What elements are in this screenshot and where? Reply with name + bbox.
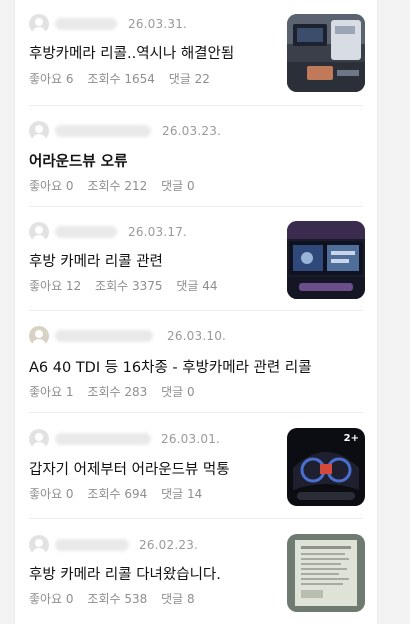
avatar-icon bbox=[29, 535, 49, 555]
post-title[interactable]: 후방 카메라 리콜 관련 bbox=[29, 250, 163, 271]
post-date: 26.02.23. bbox=[139, 538, 199, 552]
post-stats: 좋아요 0 조회수 694 댓글 14 bbox=[29, 485, 212, 502]
post-date: 26.03.31. bbox=[128, 17, 188, 31]
comment-count: 댓글 0 bbox=[161, 179, 195, 193]
list-item[interactable]: 26.03.17. 후방 카메라 리콜 관련 좋아요 12 조회수 3375 댓… bbox=[15, 207, 377, 311]
post-date: 26.03.10. bbox=[167, 329, 227, 343]
comment-count: 댓글 14 bbox=[161, 487, 203, 501]
like-count: 좋아요 0 bbox=[29, 179, 74, 193]
more-photos-badge: 2+ bbox=[343, 433, 359, 444]
comment-count: 댓글 22 bbox=[168, 72, 210, 86]
view-count: 조회수 3375 bbox=[95, 279, 163, 293]
author-name-blurred bbox=[55, 125, 151, 137]
view-count: 조회수 283 bbox=[87, 385, 148, 399]
like-count: 좋아요 12 bbox=[29, 279, 82, 293]
list-item[interactable]: 26.03.01. 갑자기 어제부터 어라운드뷰 먹통 좋아요 0 조회수 69… bbox=[15, 413, 377, 519]
post-list: 26.03.31. 후방카메라 리콜..역시나 해결안됨 좋아요 6 조회수 1… bbox=[14, 0, 378, 624]
post-stats: 좋아요 0 조회수 212 댓글 0 bbox=[29, 177, 205, 194]
photo-thumbnail[interactable] bbox=[287, 534, 365, 612]
photo-thumbnail[interactable] bbox=[287, 14, 365, 92]
post-title[interactable]: 후방카메라 리콜..역시나 해결안됨 bbox=[29, 42, 234, 63]
post-stats: 좋아요 12 조회수 3375 댓글 44 bbox=[29, 277, 228, 294]
author-name-blurred bbox=[55, 433, 151, 445]
list-item[interactable]: 26.02.23. 후방 카메라 리콜 다녀왔습니다. 좋아요 0 조회수 53… bbox=[15, 519, 377, 624]
avatar-icon bbox=[29, 429, 49, 449]
comment-count: 댓글 44 bbox=[176, 279, 218, 293]
author-name-blurred bbox=[55, 226, 117, 238]
post-date: 26.03.23. bbox=[162, 124, 222, 138]
post-stats: 좋아요 6 조회수 1654 댓글 22 bbox=[29, 70, 220, 87]
view-count: 조회수 1654 bbox=[87, 72, 155, 86]
list-item[interactable]: 26.03.10. A6 40 TDI 등 16차종 - 후방카메라 관련 리콜… bbox=[15, 311, 377, 413]
post-stats: 좋아요 0 조회수 538 댓글 8 bbox=[29, 590, 205, 607]
avatar-icon bbox=[29, 326, 49, 346]
avatar-icon bbox=[29, 121, 49, 141]
view-count: 조회수 212 bbox=[87, 179, 148, 193]
like-count: 좋아요 1 bbox=[29, 385, 74, 399]
photo-thumbnail[interactable]: 2+ bbox=[287, 428, 365, 506]
view-count: 조회수 538 bbox=[87, 592, 148, 606]
author-name-blurred bbox=[55, 18, 117, 30]
post-title[interactable]: 후방 카메라 리콜 다녀왔습니다. bbox=[29, 563, 221, 584]
like-count: 좋아요 0 bbox=[29, 592, 74, 606]
view-count: 조회수 694 bbox=[87, 487, 148, 501]
post-date: 26.03.01. bbox=[161, 432, 221, 446]
author-name-blurred bbox=[55, 330, 153, 342]
post-stats: 좋아요 1 조회수 283 댓글 0 bbox=[29, 383, 205, 400]
post-title[interactable]: A6 40 TDI 등 16차종 - 후방카메라 관련 리콜 bbox=[29, 356, 312, 377]
post-title[interactable]: 갑자기 어제부터 어라운드뷰 먹통 bbox=[29, 458, 230, 479]
avatar-icon bbox=[29, 222, 49, 242]
comment-count: 댓글 0 bbox=[161, 385, 195, 399]
post-title[interactable]: 어라운드뷰 오류 bbox=[29, 150, 127, 171]
list-item[interactable]: 26.03.31. 후방카메라 리콜..역시나 해결안됨 좋아요 6 조회수 1… bbox=[15, 0, 377, 106]
avatar-icon bbox=[29, 14, 49, 34]
like-count: 좋아요 6 bbox=[29, 72, 74, 86]
comment-count: 댓글 8 bbox=[161, 592, 195, 606]
list-item[interactable]: 26.03.23. 어라운드뷰 오류 좋아요 0 조회수 212 댓글 0 bbox=[15, 106, 377, 207]
like-count: 좋아요 0 bbox=[29, 487, 74, 501]
photo-thumbnail[interactable] bbox=[287, 221, 365, 299]
author-name-blurred bbox=[55, 539, 129, 551]
post-date: 26.03.17. bbox=[128, 225, 188, 239]
